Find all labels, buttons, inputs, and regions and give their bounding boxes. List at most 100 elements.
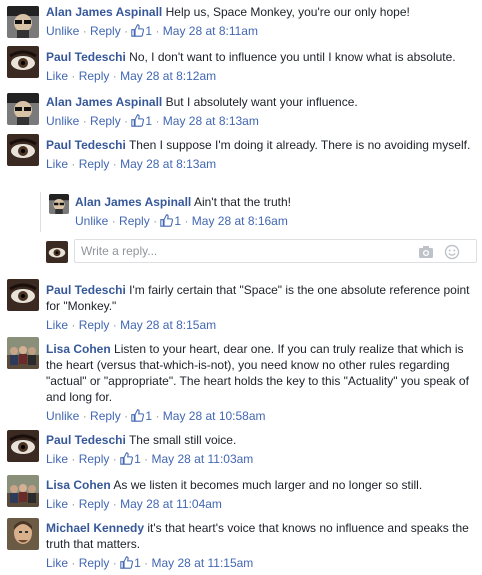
like-count[interactable]: 1 xyxy=(131,409,152,423)
timestamp[interactable]: May 28 at 8:11am xyxy=(163,24,258,38)
reply-link[interactable]: Reply xyxy=(79,452,110,466)
comment-actions: Unlike · Reply · 1 · May 28 at 10:58am xyxy=(46,409,476,424)
timestamp[interactable]: May 28 at 8:13am xyxy=(163,114,259,128)
unlike-link[interactable]: Unlike xyxy=(46,409,79,423)
timestamp[interactable]: May 28 at 11:15am xyxy=(151,556,253,570)
timestamp[interactable]: May 28 at 8:12am xyxy=(120,69,216,83)
alan-avatar[interactable] xyxy=(49,194,69,214)
comment-author[interactable]: Paul Tedeschi xyxy=(46,50,126,64)
reply-input[interactable]: Write a reply... xyxy=(74,239,477,263)
separator: · xyxy=(155,409,160,423)
like-count-value: 1 xyxy=(134,452,141,466)
separator: · xyxy=(124,24,129,38)
like-count-value: 1 xyxy=(134,556,141,570)
timestamp[interactable]: May 28 at 8:15am xyxy=(120,318,216,332)
comment-author[interactable]: Alan James Aspinall xyxy=(75,195,191,209)
thumbs-up-icon xyxy=(160,214,174,227)
comment-actions: Like · Reply · May 28 at 8:13am xyxy=(46,157,476,172)
comment-actions: Unlike · Reply · 1 · May 28 at 8:11am xyxy=(46,24,476,39)
emoji-icon[interactable] xyxy=(444,244,460,260)
paul-avatar[interactable] xyxy=(7,134,39,166)
comment-author[interactable]: Michael Kennedy xyxy=(46,521,144,535)
like-count[interactable]: 1 xyxy=(120,452,141,466)
comment-text: But I absolutely want your influence. xyxy=(165,95,358,109)
timestamp[interactable]: May 28 at 11:03am xyxy=(151,452,253,466)
reply-input-row: Write a reply... xyxy=(40,239,477,263)
nested-reply: Alan James Aspinall Ain't that the truth… xyxy=(40,192,478,232)
separator: · xyxy=(82,24,87,38)
like-count-value: 1 xyxy=(174,214,182,228)
like-count-value: 1 xyxy=(145,114,153,128)
comment-actions: Unlike · Reply · 1 · May 28 at 8:16am xyxy=(75,214,472,229)
paul-avatar[interactable] xyxy=(7,46,39,78)
comment-author[interactable]: Alan James Aspinall xyxy=(46,95,162,109)
comment-text: As we listen it becomes much larger and … xyxy=(113,478,423,492)
separator: · xyxy=(124,409,129,423)
separator: · xyxy=(111,214,116,228)
comment-actions: Like · Reply · May 28 at 8:15am xyxy=(46,318,476,333)
reply-link[interactable]: Reply xyxy=(79,157,110,171)
like-count[interactable]: 1 xyxy=(120,556,141,570)
comment-text: Then I suppose I'm doing it already. The… xyxy=(128,138,471,152)
timestamp[interactable]: May 28 at 8:13am xyxy=(120,157,216,171)
like-link[interactable]: Like xyxy=(46,497,68,511)
reply-link[interactable]: Reply xyxy=(90,409,121,423)
reply-link[interactable]: Reply xyxy=(79,556,110,570)
thumbs-up-icon xyxy=(131,114,145,127)
like-count[interactable]: 1 xyxy=(131,114,152,128)
reply-link[interactable]: Reply xyxy=(119,214,150,228)
separator: · xyxy=(184,214,189,228)
comment-author[interactable]: Paul Tedeschi xyxy=(46,283,126,297)
michael-avatar[interactable] xyxy=(7,518,39,550)
separator: · xyxy=(71,157,76,171)
reply-link[interactable]: Reply xyxy=(79,69,110,83)
paul-avatar[interactable] xyxy=(7,430,39,462)
separator: · xyxy=(112,69,117,83)
separator: · xyxy=(124,114,129,128)
thumbs-up-icon xyxy=(131,409,145,422)
like-link[interactable]: Like xyxy=(46,318,68,332)
timestamp[interactable]: May 28 at 11:04am xyxy=(120,497,222,511)
comment-author[interactable]: Paul Tedeschi xyxy=(46,138,126,152)
separator: · xyxy=(112,318,117,332)
comment-text: Help us, Space Monkey, you're our only h… xyxy=(165,5,410,19)
timestamp[interactable]: May 28 at 8:16am xyxy=(192,214,288,228)
comment-author[interactable]: Paul Tedeschi xyxy=(46,433,126,447)
comment-text: The small still voice. xyxy=(128,433,237,447)
unlike-link[interactable]: Unlike xyxy=(46,24,79,38)
comment-author[interactable]: Alan James Aspinall xyxy=(46,5,162,19)
unlike-link[interactable]: Unlike xyxy=(75,214,108,228)
separator: · xyxy=(82,114,87,128)
like-link[interactable]: Like xyxy=(46,452,68,466)
comment-author[interactable]: Lisa Cohen xyxy=(46,342,111,356)
separator: · xyxy=(112,452,117,466)
timestamp[interactable]: May 28 at 10:58am xyxy=(163,409,266,423)
separator: · xyxy=(71,318,76,332)
lisa-avatar[interactable] xyxy=(7,475,39,507)
like-count[interactable]: 1 xyxy=(160,214,181,228)
like-link[interactable]: Like xyxy=(46,157,68,171)
separator: · xyxy=(144,556,149,570)
like-link[interactable]: Like xyxy=(46,556,68,570)
paul-avatar[interactable] xyxy=(7,279,39,311)
reply-link[interactable]: Reply xyxy=(79,318,110,332)
alan-avatar[interactable] xyxy=(7,6,39,38)
separator: · xyxy=(71,69,76,83)
reply-link[interactable]: Reply xyxy=(90,114,121,128)
separator: · xyxy=(153,214,158,228)
unlike-link[interactable]: Unlike xyxy=(46,114,79,128)
separator: · xyxy=(82,409,87,423)
separator: · xyxy=(155,114,160,128)
like-link[interactable]: Like xyxy=(46,69,68,83)
reply-link[interactable]: Reply xyxy=(79,497,110,511)
like-count[interactable]: 1 xyxy=(131,24,152,38)
lisa-avatar[interactable] xyxy=(7,337,39,369)
camera-icon[interactable] xyxy=(418,244,434,260)
reply-link[interactable]: Reply xyxy=(90,24,121,38)
like-count-value: 1 xyxy=(145,24,153,38)
comment-actions: Like · Reply · May 28 at 11:04am xyxy=(46,497,476,512)
separator: · xyxy=(155,24,160,38)
comment-author[interactable]: Lisa Cohen xyxy=(46,478,111,492)
separator: · xyxy=(71,497,76,511)
alan-avatar[interactable] xyxy=(7,93,39,125)
